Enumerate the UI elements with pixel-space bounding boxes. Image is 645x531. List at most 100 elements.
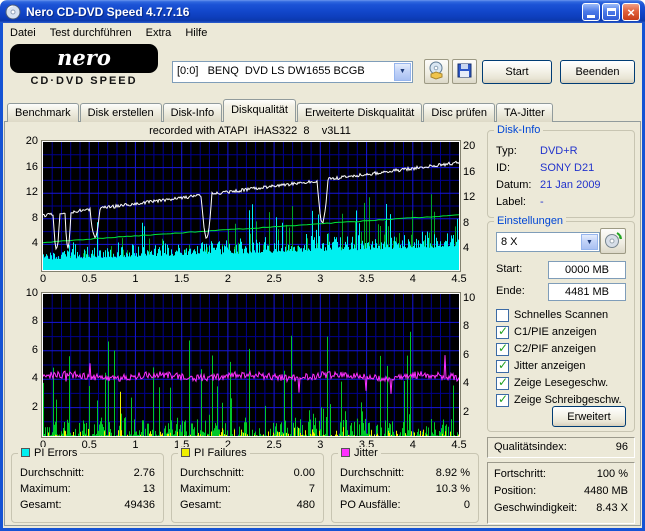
stat-value: 0.00 <box>293 467 315 479</box>
menu-test-durchfuehren[interactable]: Test durchführen <box>43 25 139 41</box>
stat-label: Gesamt: <box>180 499 222 511</box>
jitter-swatch <box>341 448 350 457</box>
quit-button[interactable]: Beenden <box>560 60 635 84</box>
tab-benchmark[interactable]: Benchmark <box>7 103 79 122</box>
checkbox-c2-pif[interactable]: ✓ C2/PIF anzeigen <box>496 341 630 357</box>
tab-disk-info[interactable]: Disk-Info <box>162 103 223 122</box>
disk-info-value: DVD+R <box>540 145 578 157</box>
pi-failures-jitter-chart: 10 8 6 4 2 10 8 6 4 2 0 0.5 1 1.5 2 2.5 3 3.5 4 4.5 <box>7 287 485 457</box>
progress-value: 8.43 X <box>596 502 628 514</box>
disk-info-label: Typ: <box>496 145 517 157</box>
advanced-button[interactable]: Erweitert <box>552 406 626 427</box>
tab-diskqualitaet[interactable]: Diskqualität <box>223 99 296 122</box>
axis-tick: 3.5 <box>358 273 375 285</box>
end-field[interactable]: 4481 MB <box>548 283 626 301</box>
window-controls: × <box>582 3 640 21</box>
chevron-down-icon[interactable]: ▼ <box>581 234 598 250</box>
stat-value: 2.76 <box>133 467 155 479</box>
axis-tick: 8 <box>463 216 470 229</box>
axis-tick: 8 <box>463 320 470 333</box>
axis-tick: 8 <box>31 315 38 328</box>
axis-tick: 6 <box>463 348 470 361</box>
maximize-button[interactable] <box>602 3 620 21</box>
tab-disk-erstellen[interactable]: Disk erstellen <box>79 103 162 122</box>
progress-label: Geschwindigkeit: <box>494 502 578 514</box>
axis-tick: 2.5 <box>266 273 282 285</box>
axis-tick: 1.5 <box>174 273 190 285</box>
tab-bar: Benchmark Disk erstellen Disk-Info Diskq… <box>7 99 553 122</box>
pi-errors-swatch <box>21 448 30 457</box>
stat-label: Maximum: <box>180 483 231 495</box>
group-title: Disk-Info <box>494 124 544 136</box>
refresh-disc-icon <box>603 230 623 253</box>
axis-tick: 4 <box>31 372 38 385</box>
tab-ta-jitter[interactable]: TA-Jitter <box>496 103 553 122</box>
stat-value: 13 <box>142 483 155 495</box>
checkbox-lesegeschw[interactable]: ✓ Zeige Lesegeschw. <box>496 375 630 391</box>
minimize-icon <box>587 15 595 18</box>
disk-info-label: Datum: <box>496 179 532 191</box>
refresh-disc-button[interactable] <box>600 228 626 254</box>
nero-logo-subtext: CD·DVD SPEED <box>30 75 138 87</box>
checkbox-box <box>496 309 509 322</box>
app-icon <box>5 4 21 20</box>
axis-tick: 4 <box>31 237 38 250</box>
checkbox-c1-pie[interactable]: ✓ C1/PIE anzeigen <box>496 324 630 340</box>
axis-tick: 20 <box>463 140 476 152</box>
title-bar: Nero CD-DVD Speed 4.7.7.16 × <box>0 0 645 23</box>
floppy-icon <box>455 61 474 83</box>
disk-info-value: - <box>540 196 544 208</box>
axis-tick: 20 <box>25 135 38 147</box>
checkbox-box: ✓ <box>496 392 509 407</box>
disk-info-value: SONY D21 <box>540 162 595 174</box>
progress-panel: Fortschritt: 100 % Position: 4480 MB Gesch… <box>487 462 635 524</box>
close-button[interactable]: × <box>622 3 640 21</box>
check-icon: ✓ <box>498 375 509 389</box>
app-window: Nero CD-DVD Speed 4.7.7.16 × Datei Test … <box>0 0 645 531</box>
stat-label: Durchschnitt: <box>180 467 245 479</box>
tab-erweiterte-diskqualitaet[interactable]: Erweiterte Diskqualität <box>296 103 423 122</box>
axis-tick: 2.5 <box>266 439 282 451</box>
axis-tick: 12 <box>25 186 38 199</box>
menu-datei[interactable]: Datei <box>3 25 43 41</box>
stats-group-title: Jitter <box>354 447 378 459</box>
axis-tick: 1 <box>132 439 139 451</box>
save-button[interactable] <box>452 59 477 84</box>
menu-hilfe[interactable]: Hilfe <box>178 25 214 41</box>
checkbox-box: ✓ <box>496 358 509 373</box>
start-button[interactable]: Start <box>482 60 552 84</box>
axis-tick: 2 <box>224 273 231 285</box>
disk-info-group: Disk-Info Typ: DVD+R ID: SONY D21 Datum: 21… <box>487 124 635 218</box>
settings-group: Einstellungen 8 X ▼ Start: 0000 MB Ende: 4… <box>487 215 635 432</box>
checkbox-jitter[interactable]: ✓ Jitter anzeigen <box>496 358 630 374</box>
quality-index-label: Qualitätsindex: <box>494 441 567 453</box>
stat-label: PO Ausfälle: <box>340 499 401 511</box>
quality-index-panel: Qualitätsindex: 96 <box>487 437 635 458</box>
axis-tick: 0 <box>39 273 47 285</box>
stat-value: 10.3 % <box>435 483 470 495</box>
stat-label: Maximum: <box>340 483 391 495</box>
axis-tick: 4 <box>463 242 470 255</box>
drive-select-value: [0:0] BENQ DVD LS DW1655 BCGB <box>177 65 365 77</box>
disk-info-value: 21 Jan 2009 <box>540 179 601 191</box>
nero-logo: nero CD·DVD SPEED <box>10 44 158 87</box>
axis-tick: 1 <box>132 273 139 285</box>
tab-disc-pruefen[interactable]: Disc prüfen <box>423 103 496 122</box>
checkbox-label: Zeige Schreibgeschw. <box>514 394 622 406</box>
menu-extra[interactable]: Extra <box>139 25 179 41</box>
start-label: Start: <box>496 263 523 275</box>
stat-label: Durchschnitt: <box>20 467 85 479</box>
start-field[interactable]: 0000 MB <box>548 261 626 279</box>
checkbox-schnelles-scannen[interactable]: Schnelles Scannen <box>496 308 630 323</box>
group-title: Einstellungen <box>494 215 567 227</box>
drive-select[interactable]: [0:0] BENQ DVD LS DW1655 BCGB ▼ <box>172 61 413 83</box>
checkbox-label: Jitter anzeigen <box>514 360 586 372</box>
chevron-down-icon[interactable]: ▼ <box>394 63 411 81</box>
axis-tick: 4 <box>409 439 416 451</box>
minimize-button[interactable] <box>582 3 600 21</box>
menu-bar: Datei Test durchführen Extra Hilfe <box>3 23 642 42</box>
speed-select[interactable]: 8 X ▼ <box>496 232 600 252</box>
stat-value: 49436 <box>124 499 155 511</box>
disk-info-label: Label: <box>496 196 526 208</box>
eject-disc-button[interactable] <box>424 59 449 84</box>
